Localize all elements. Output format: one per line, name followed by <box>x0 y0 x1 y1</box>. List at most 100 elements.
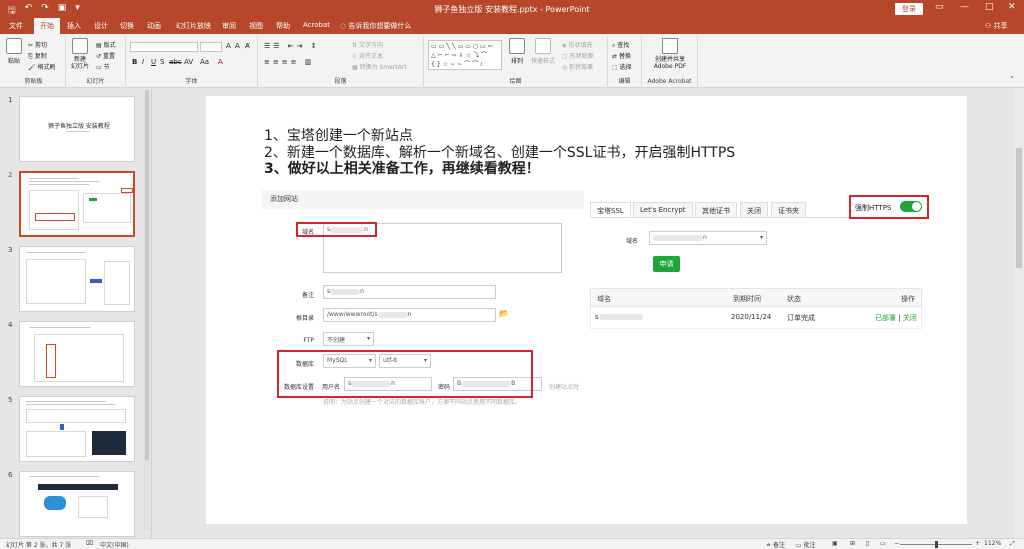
format-painter-button[interactable]: 🖌 格式刷 <box>28 62 56 71</box>
shape-effects-button[interactable]: ◎ 形状效果 <box>562 62 593 71</box>
maximize-icon[interactable]: □ <box>985 2 994 12</box>
slide-thumbnail-1[interactable]: 狮子鱼独立版 安装教程 <box>19 96 135 162</box>
reading-view-icon[interactable]: ▯ <box>866 540 869 547</box>
slide-line-3[interactable]: 3、做好以上相关准备工作，再继续看教程！ <box>264 158 540 178</box>
login-button[interactable]: 登录 <box>895 3 923 15</box>
zoom-out-icon[interactable]: − <box>894 540 899 547</box>
shape-outline-button[interactable]: ▢ 形状轮廓 <box>562 51 594 60</box>
section-button[interactable]: ▭ 节 <box>96 62 110 71</box>
ssl-tab-baota[interactable]: 宝塔SSL <box>590 202 631 218</box>
minimize-icon[interactable]: — <box>960 2 969 12</box>
slide-thumbnail-2[interactable] <box>19 171 135 237</box>
quick-styles-button[interactable]: 快速样式 <box>530 38 556 65</box>
find-button[interactable]: ⌕ 查找 <box>612 40 629 50</box>
comments-button[interactable]: ▭ 批注 <box>796 540 816 549</box>
align-buttons[interactable]: ≡≡≡≡ ▥ <box>264 58 314 66</box>
font-name-field[interactable] <box>130 42 198 52</box>
arrange-button[interactable]: 排列 <box>508 38 526 65</box>
select-button[interactable]: ⬚ 选择 <box>612 62 632 71</box>
slide-thumbnail-5[interactable] <box>19 396 135 462</box>
notes-button[interactable]: ≐ 备注 <box>766 540 785 549</box>
font-size-field[interactable] <box>200 42 222 52</box>
normal-view-icon[interactable]: ▣ <box>832 540 838 547</box>
tab-acrobat[interactable]: Acrobat <box>303 21 330 29</box>
ftp-select[interactable]: 不创建 ▾ <box>323 332 374 346</box>
thumbnail-number-3: 3 <box>8 246 13 254</box>
tab-animations[interactable]: 动画 <box>147 21 161 31</box>
change-case-button[interactable]: Aa <box>200 58 209 66</box>
tab-transitions[interactable]: 切换 <box>120 21 134 31</box>
slide-scrollbar-thumb[interactable] <box>1016 148 1022 268</box>
list-buttons[interactable]: ☰☰ ⇤⇥ ↕ <box>264 42 320 50</box>
create-share-pdf-button[interactable]: 创建并共享 Adobe PDF <box>646 38 694 70</box>
tab-help[interactable]: 帮助 <box>276 21 290 31</box>
deployed-link[interactable]: 已部署 <box>875 314 896 322</box>
text-direction-button[interactable]: ⇅ 文字方向 <box>352 40 383 49</box>
collapse-ribbon-icon[interactable]: ˄ <box>1010 76 1014 84</box>
paste-button[interactable]: 粘贴 <box>5 38 23 65</box>
smartart-label: 转换为 SmartArt <box>359 64 407 71</box>
tab-slideshow[interactable]: 幻灯片放映 <box>176 21 211 31</box>
sorter-view-icon[interactable]: ⊞ <box>850 540 855 547</box>
shape-fill-button[interactable]: ◈ 形状填充 <box>562 40 593 49</box>
underline-button[interactable]: U <box>151 58 156 66</box>
zoom-slider-thumb[interactable] <box>935 541 938 548</box>
apply-ssl-button[interactable]: 申请 <box>653 256 680 272</box>
font-color-button[interactable]: A <box>218 58 223 66</box>
ssl-tab-other[interactable]: 其他证书 <box>695 202 737 218</box>
align-text-button[interactable]: ⇳ 对齐文本 <box>352 51 383 60</box>
tell-me-search[interactable]: ◌ 告诉我你想要做什么 <box>340 21 411 31</box>
share-button[interactable]: ⚇ 共享 <box>985 21 1008 31</box>
tab-file[interactable]: 文件 <box>9 21 23 31</box>
slide-scrollbar[interactable] <box>1014 88 1024 538</box>
thumbnail-scrollbar-thumb[interactable] <box>145 90 149 460</box>
smartart-button[interactable]: ▦ 转换为 SmartArt <box>352 62 407 71</box>
italic-button[interactable]: I <box>142 58 144 66</box>
shapes-gallery[interactable]: ▭▭╲╲▭▭○▭⇦ △⌐⌐⇨⇩☆⤵⌒ {}☆~~⌒⌒≀ <box>428 40 502 70</box>
bold-button[interactable]: B <box>132 58 137 66</box>
close-icon[interactable]: ✕ <box>1008 2 1016 12</box>
ribbon-tabs: 文件 开始 插入 设计 切换 动画 幻灯片放映 审阅 视图 帮助 Acrobat… <box>0 18 1024 34</box>
tab-view[interactable]: 视图 <box>249 21 263 31</box>
tab-design[interactable]: 设计 <box>94 21 108 31</box>
slide-thumbnail-3[interactable] <box>19 246 135 312</box>
shrink-font-icon[interactable]: A <box>235 42 240 50</box>
zoom-level[interactable]: 112% <box>984 540 1001 547</box>
close-link[interactable]: 关闭 <box>903 314 917 322</box>
remark-suffix: n <box>360 288 364 295</box>
tab-insert[interactable]: 插入 <box>67 21 81 31</box>
ssl-domain-select[interactable]: n ▾ <box>649 231 767 245</box>
ribbon-display-icon[interactable]: ▭ <box>935 2 944 12</box>
slideshow-view-icon[interactable]: ▭ <box>880 540 886 547</box>
ssl-tab-close[interactable]: 关闭 <box>740 202 768 218</box>
ssl-tab-cert-folder[interactable]: 证书夹 <box>771 202 806 218</box>
reset-button[interactable]: ↺ 重置 <box>96 51 115 60</box>
remark-input[interactable]: sn <box>323 285 496 299</box>
clear-format-icon[interactable]: Ⱥ <box>245 42 250 50</box>
tab-review[interactable]: 审阅 <box>222 21 236 31</box>
format-painter-label: 格式刷 <box>37 64 56 71</box>
char-spacing-button[interactable]: AV <box>184 58 193 66</box>
strikethrough-button[interactable]: abc <box>169 58 182 66</box>
adobe-group-label: Adobe Acrobat <box>647 78 692 85</box>
slide-thumbnail-4[interactable] <box>19 321 135 387</box>
slide-count: 幻灯片 第 2 张，共 7 张 <box>6 542 72 549</box>
grow-font-icon[interactable]: A <box>226 42 231 50</box>
fit-slide-icon[interactable]: ⤢ <box>1010 540 1015 548</box>
copy-button[interactable]: ⎘ 复制 <box>28 51 47 61</box>
slide-thumbnail-6[interactable] <box>19 471 135 537</box>
root-dir-input[interactable]: /www/wwwroot/s n <box>323 308 496 322</box>
replace-button[interactable]: ⇄ 替换 <box>612 51 631 60</box>
folder-icon[interactable]: 📂 <box>499 309 509 318</box>
zoom-in-icon[interactable]: + <box>975 540 980 547</box>
shadow-button[interactable]: S <box>160 58 164 66</box>
language-indicator[interactable]: 中文(中国) <box>100 540 129 549</box>
spellcheck-icon[interactable]: ⌧ <box>86 540 93 547</box>
new-slide-button[interactable]: 新建 幻灯片 <box>68 38 92 70</box>
cut-button[interactable]: ✂ 剪切 <box>28 40 47 49</box>
layout-button[interactable]: ▤ 版式 <box>96 40 116 49</box>
ssl-tab-letsencrypt[interactable]: Let's Encrypt <box>633 202 693 218</box>
tab-home[interactable]: 开始 <box>34 18 60 34</box>
thumbnail-scrollbar[interactable] <box>144 90 150 530</box>
font-group: A A Ⱥ B I U S abc AV Aa A 字体 <box>126 36 258 86</box>
